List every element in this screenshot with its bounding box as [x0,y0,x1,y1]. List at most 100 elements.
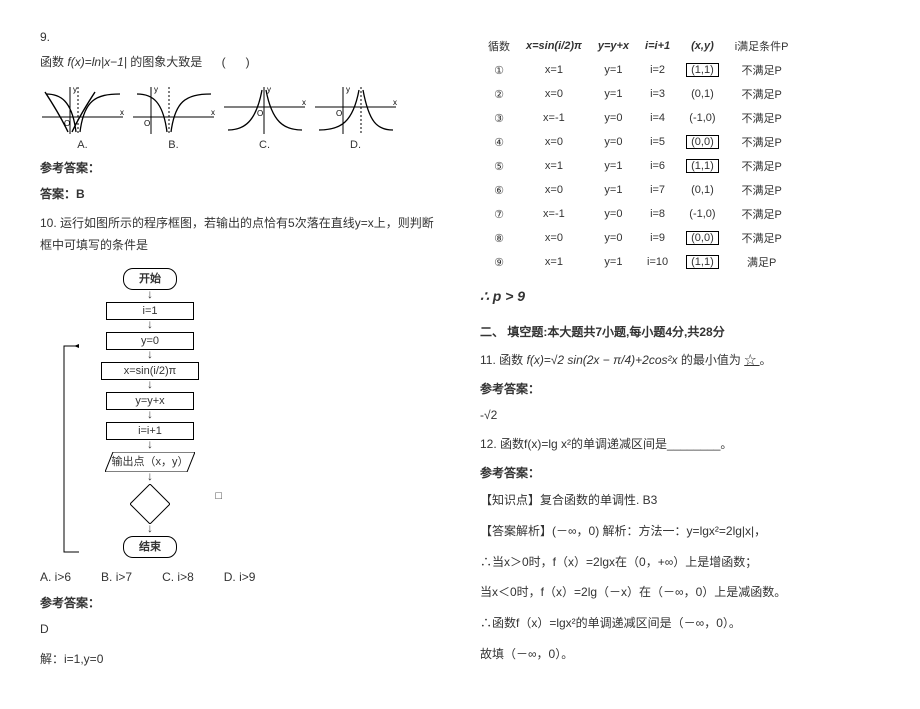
svg-text:y: y [73,85,77,94]
table-cell: x=-1 [518,106,590,130]
table-cell: ① [480,58,518,82]
th-i: i=i+1 [637,34,678,58]
q9-text-b: 的图象大致是 [130,55,202,69]
table-row: ②x=0y=1i=3(0,1)不满足P [480,82,797,106]
table-cell: y=0 [590,130,637,154]
table-row: ④x=0y=0i=5(0,0)不满足P [480,130,797,154]
q10-answer: D [40,619,440,641]
table-cell: i=2 [637,58,678,82]
paren-r: ) [246,55,250,69]
q9-number: 9. [40,30,440,44]
table-cell: y=1 [590,154,637,178]
table-cell: ⑤ [480,154,518,178]
table-cell: i=5 [637,130,678,154]
th-loop: 循数 [480,34,518,58]
table-cell: ⑥ [480,178,518,202]
table-cell: i=7 [637,178,678,202]
table-cell: i=4 [637,106,678,130]
table-cell: 不满足P [727,154,797,178]
table-cell: (-1,0) [678,106,727,130]
table-cell: i=9 [637,226,678,250]
flow-condition [130,484,170,524]
conclusion: ∴ p > 9 [480,284,880,309]
table-cell: ⑦ [480,202,518,226]
table-cell: y=1 [590,82,637,106]
flow-arrow-icon: ↓ [80,410,220,422]
section2-title: 二、 填空题:本大题共7小题,每小题4分,共28分 [480,323,880,340]
opt-b: B. i>7 [101,570,132,584]
q11-answer: -√2 [480,405,880,427]
table-row: ③x=-1y=0i=4(-1,0)不满足P [480,106,797,130]
svg-text:y: y [154,85,158,94]
graph-c-label: C. [222,139,307,151]
table-cell: x=1 [518,250,590,274]
table-cell: (1,1) [678,154,727,178]
table-row: ①x=1y=1i=2(1,1)不满足P [480,58,797,82]
table-cell: (0,1) [678,178,727,202]
table-cell: y=0 [590,226,637,250]
opt-d: D. i>9 [224,570,256,584]
table-cell: 不满足P [727,226,797,250]
q9-paren: ( ) [206,52,266,74]
th-p: i满足条件P [727,34,797,58]
table-cell: (-1,0) [678,202,727,226]
q10-sol-start: 解：i=1,y=0 [40,649,440,671]
table-row: ⑦x=-1y=0i=8(-1,0)不满足P [480,202,797,226]
table-cell: 不满足P [727,58,797,82]
opt-a: A. i>6 [40,570,71,584]
flow-output: 输出点（x，y） [105,452,195,472]
q9-answer: 答案：B [40,184,440,206]
svg-text:x: x [302,98,306,107]
table-cell: x=0 [518,178,590,202]
q9-formula: f(x)=ln|x−1| [67,55,127,69]
right-column: 循数 x=sin(i/2)π y=y+x i=i+1 (x,y) i满足条件P … [480,30,880,679]
q11-formula: f(x)=√2 sin(2x − π/4)+2cos²x [526,353,677,367]
q12-knowledge: 【知识点】复合函数的单调性. B3 [480,489,880,512]
table-cell: i=3 [637,82,678,106]
table-cell: 不满足P [727,130,797,154]
table-cell: x=1 [518,58,590,82]
table-cell: (1,1) [678,58,727,82]
flow-arrow-icon: ↓ [80,350,220,362]
opt-c: C. i>8 [162,570,194,584]
q12-sol5: 故填（－∞，0）。 [480,643,880,666]
cond-side-label: □ [215,490,222,502]
svg-text:y: y [267,85,271,94]
table-header-row: 循数 x=sin(i/2)π y=y+x i=i+1 (x,y) i满足条件P [480,34,797,58]
svg-text:x: x [393,98,397,107]
flow-arrow-icon: ↓ [80,524,220,536]
svg-text:y: y [346,85,350,94]
table-cell: x=0 [518,226,590,250]
q10-options: A. i>6 B. i>7 C. i>8 D. i>9 [40,570,440,584]
q12-sol4: ∴函数f（x）=lgx²的单调递减区间是（－∞，0）。 [480,612,880,635]
q11-a: 11. 函数 [480,353,523,367]
flow-arrow-icon: ↓ [80,472,220,484]
table-cell: (0,0) [678,226,727,250]
flow-arrow-icon: ↓ [80,440,220,452]
q12-stem: 12. 函数f(x)=lg x²的单调递减区间是________。 [480,434,880,456]
q11-dot: 。 [760,353,772,367]
graph-c: x y O C. [222,82,307,151]
table-row: ⑥x=0y=1i=7(0,1)不满足P [480,178,797,202]
graph-b-label: B. [131,139,216,151]
q9-text-a: 函数 [40,55,64,69]
table-cell: 不满足P [727,178,797,202]
table-cell: y=1 [590,178,637,202]
q11-stem: 11. 函数 f(x)=√2 sin(2x − π/4)+2cos²x 的最小值… [480,350,880,372]
q12-ref-ans-label: 参考答案： [480,464,880,481]
table-cell: x=0 [518,130,590,154]
q10-ref-ans-label: 参考答案： [40,594,440,611]
table-row: ⑨x=1y=1i=10(1,1)满足P [480,250,797,274]
q12-sol1: 【答案解析】(－∞，0) 解析：方法一：y=lgx²=2lg|x|， [480,520,880,543]
q9-stem: 函数 f(x)=ln|x−1| 的图象大致是 ( ) [40,52,440,74]
graph-d-label: D. [313,139,398,151]
svg-text:O: O [257,109,263,118]
table-row: ⑤x=1y=1i=6(1,1)不满足P [480,154,797,178]
table-row: ⑧x=0y=0i=9(0,0)不满足P [480,226,797,250]
table-cell: i=10 [637,250,678,274]
svg-text:x: x [120,108,124,117]
table-cell: x=1 [518,154,590,178]
flow-arrow-icon: ↓ [80,380,220,392]
table-cell: (1,1) [678,250,727,274]
q9-graph-row: x y O A. [40,82,440,151]
